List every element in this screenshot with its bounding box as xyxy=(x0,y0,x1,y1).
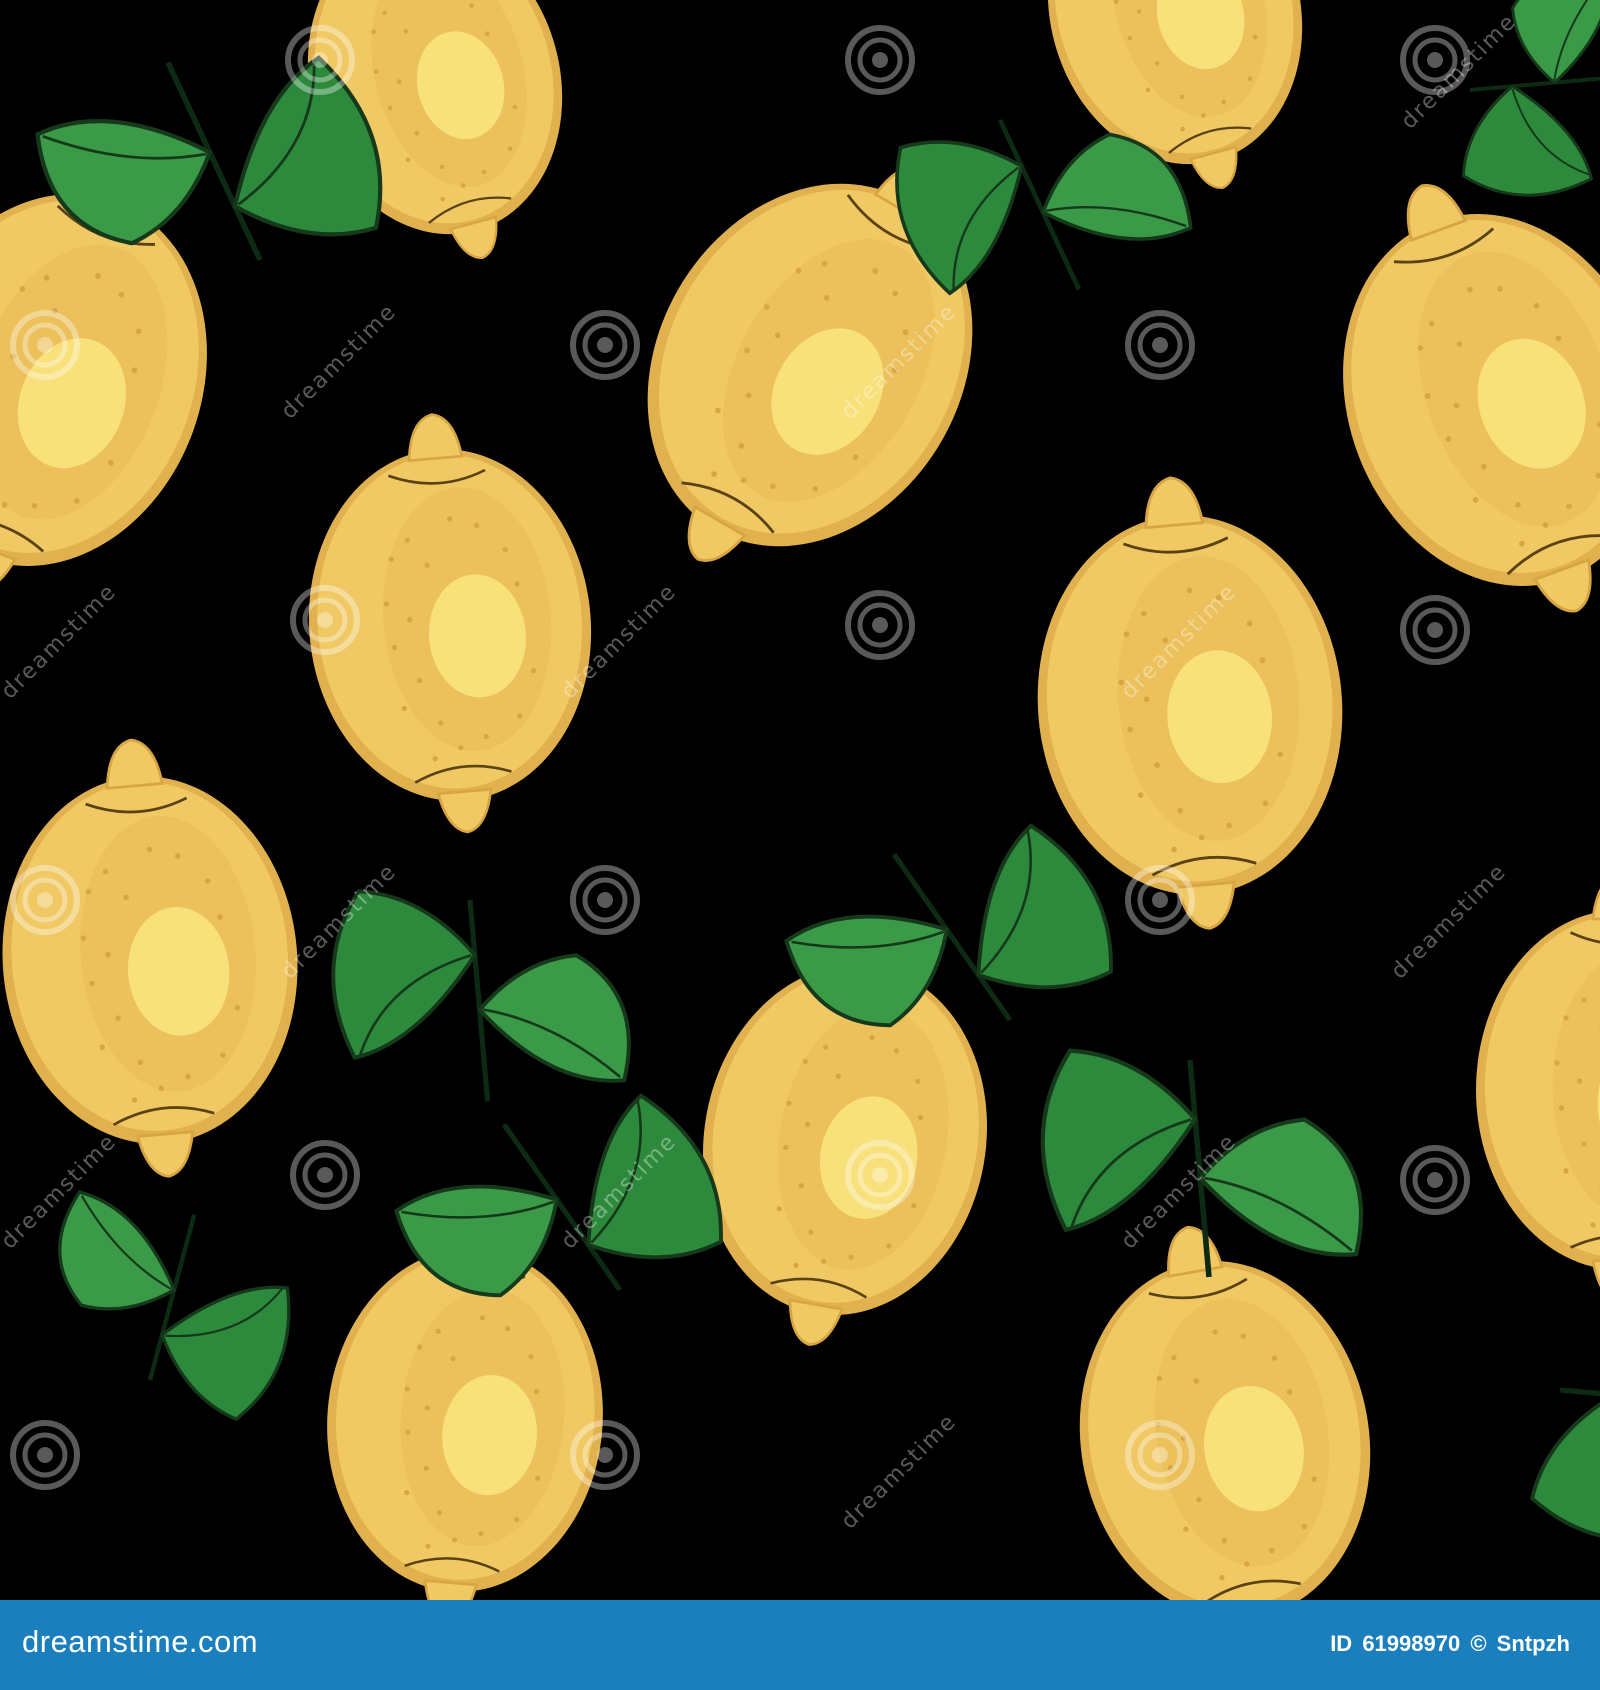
watermark-text: dreamstime xyxy=(0,579,122,704)
watermark-text: dreamstime xyxy=(277,299,402,424)
id-label: ID xyxy=(1330,1631,1353,1656)
lemon-pattern-artwork: dreamstime dreamstime dreamstime dreamst… xyxy=(0,0,1600,1600)
lemon-8 xyxy=(0,725,317,1191)
lemon-5 xyxy=(1277,132,1600,665)
copyright-icon: © xyxy=(1470,1631,1487,1656)
id-value: 61998970 xyxy=(1362,1631,1461,1656)
image-credit: ID 61998970 © Sntpzh xyxy=(1326,1631,1570,1657)
author-name[interactable]: Sntpzh xyxy=(1497,1631,1570,1656)
brand-label[interactable]: dreamstime.com xyxy=(22,1624,258,1660)
watermark-text: dreamstime xyxy=(837,1409,962,1534)
leaf-cluster-9 xyxy=(1472,1218,1600,1598)
lemon-11 xyxy=(1044,1200,1406,1600)
stock-footer-bar: dreamstime.com ID 61998970 © Sntpzh xyxy=(0,1600,1600,1690)
stock-image-frame: dreamstime dreamstime dreamstime dreamst… xyxy=(0,0,1600,1690)
watermark-text: dreamstime xyxy=(1387,859,1512,984)
lemon-6 xyxy=(290,401,610,846)
lemon-12 xyxy=(1474,872,1600,1304)
